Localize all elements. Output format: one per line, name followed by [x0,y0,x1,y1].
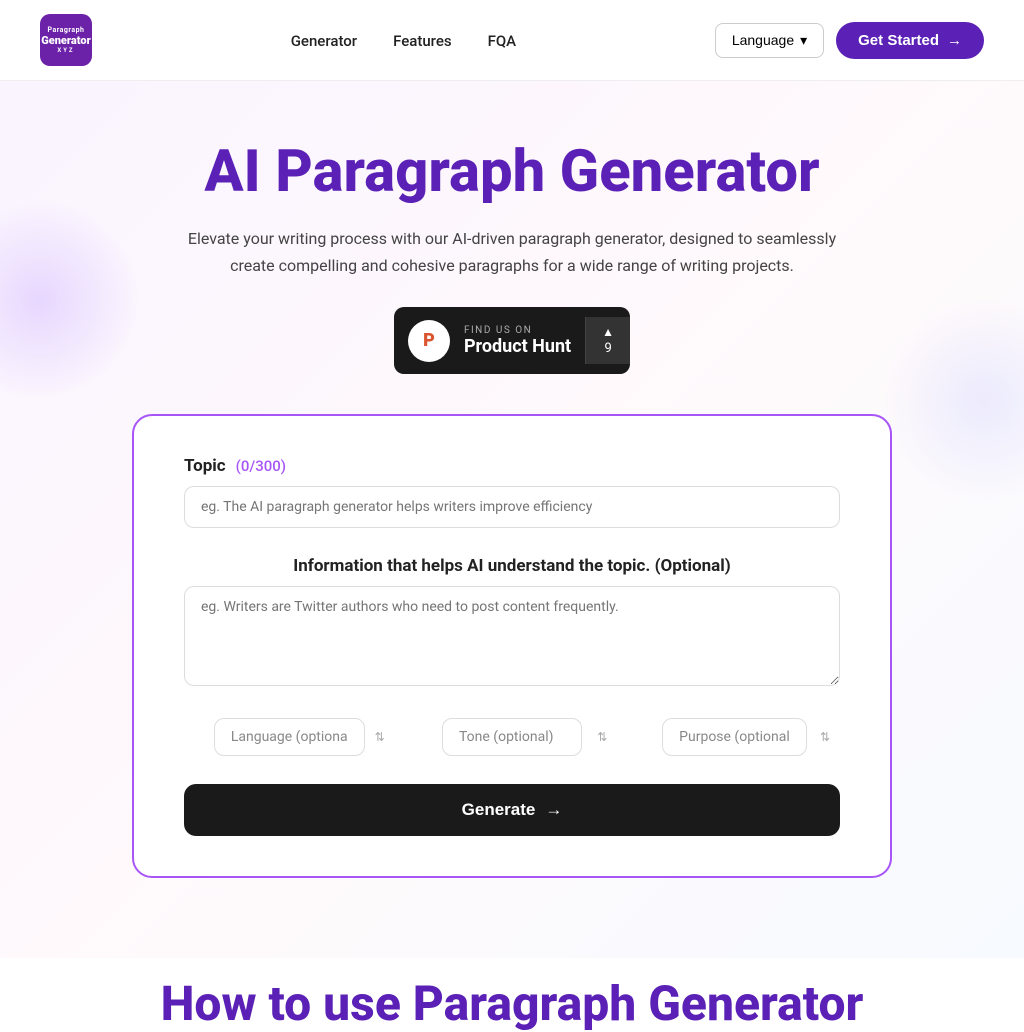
navbar: Paragraph Generator XYZ Generator Featur… [0,0,1024,81]
logo-line3: XYZ [57,47,74,54]
how-to-section: How to use Paragraph Generator [0,958,1024,1031]
nav-right: Language ▾ Get Started → [715,22,984,59]
ph-text: FIND US ON Product Hunt [464,325,571,357]
topic-label-row: Topic (0/300) [184,456,840,476]
nav-generator[interactable]: Generator [291,32,357,50]
hero-section: AI Paragraph Generator Elevate your writ… [0,81,1024,958]
form-card: Topic (0/300) Information that helps AI … [132,414,892,878]
logo-line2: Generator [41,34,91,47]
nav-fqa[interactable]: FQA [488,32,517,50]
upvote-count: 9 [604,341,611,356]
generate-button[interactable]: Generate → [184,784,840,836]
product-hunt-badge[interactable]: P FIND US ON Product Hunt ▲ 9 [394,307,630,374]
get-started-button[interactable]: Get Started → [836,22,984,59]
arrow-right-icon: → [947,32,962,49]
upvote-arrow: ▲ [602,325,614,339]
tone-select[interactable]: Tone (optional) [442,718,582,756]
how-to-title: How to use Paragraph Generator [20,978,1004,1031]
info-label: Information that helps AI understand the… [184,556,840,576]
nav-links: Generator Features FQA [291,31,516,50]
get-started-label: Get Started [858,32,939,49]
topic-label: Topic [184,456,226,476]
logo-image: Paragraph Generator XYZ [40,14,92,66]
ph-upvote[interactable]: ▲ 9 [585,317,630,364]
tone-select-wrapper: Tone (optional) [407,718,618,756]
nav-features[interactable]: Features [393,32,451,50]
ph-find-us: FIND US ON [464,325,571,336]
ph-logo: P [408,320,450,362]
ph-logo-letter: P [423,330,435,351]
purpose-select[interactable]: Purpose (optional [662,718,807,756]
language-select[interactable]: Language (optiona [214,718,365,756]
selects-row: Language (optiona Tone (optional) Purpos… [184,718,840,756]
ph-name: Product Hunt [464,336,571,357]
hero-subtitle: Elevate your writing process with our AI… [172,225,852,279]
chevron-down-icon: ▾ [800,32,807,49]
language-label: Language [732,32,794,48]
language-select-wrapper: Language (optiona [184,718,395,756]
language-button[interactable]: Language ▾ [715,23,824,58]
generate-arrow-icon: → [545,800,562,820]
info-textarea[interactable] [184,586,840,686]
logo[interactable]: Paragraph Generator XYZ [40,14,92,66]
purpose-select-wrapper: Purpose (optional [629,718,840,756]
topic-input[interactable] [184,486,840,528]
logo-line1: Paragraph [48,26,85,34]
char-count: (0/300) [236,457,286,475]
hero-title: AI Paragraph Generator [20,141,1004,205]
generate-label: Generate [462,800,536,820]
